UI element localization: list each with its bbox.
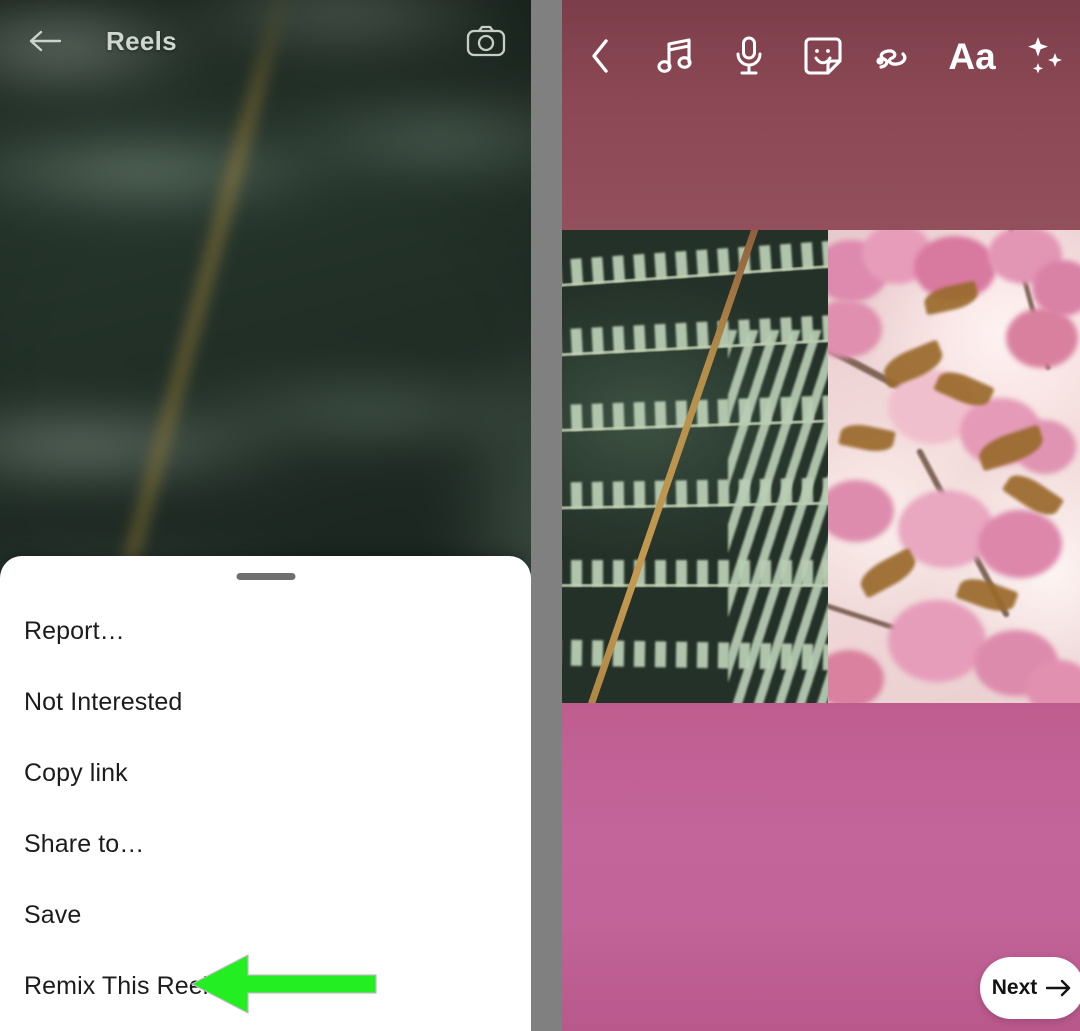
reels-header: Reels: [0, 0, 531, 82]
menu-item-label: Share to…: [24, 830, 145, 858]
menu-item-not-interested[interactable]: Not Interested: [0, 667, 531, 738]
next-button[interactable]: Next: [980, 957, 1080, 1019]
reels-viewer-panel: Reels Report… Not Interested Copy link S…: [0, 0, 531, 1031]
page-title: Reels: [106, 25, 177, 56]
music-note-icon[interactable]: [638, 36, 712, 76]
menu-item-label: Remix This Reel: [24, 972, 209, 1000]
menu-item-report[interactable]: Report…: [0, 596, 531, 667]
camera-icon[interactable]: [463, 18, 509, 64]
draw-icon[interactable]: [860, 37, 934, 75]
media-strip: [562, 230, 1080, 703]
next-button-label: Next: [991, 976, 1038, 999]
back-arrow-icon[interactable]: [22, 18, 68, 64]
menu-item-copy-link[interactable]: Copy link: [0, 738, 531, 809]
text-aa-icon[interactable]: Aa: [934, 38, 1010, 75]
menu-item-share-to[interactable]: Share to…: [0, 809, 531, 880]
blossom-cluster: [978, 510, 1062, 578]
arrow-right-icon: [1046, 979, 1071, 997]
sparkles-icon[interactable]: [1010, 35, 1080, 77]
drag-handle[interactable]: [236, 573, 295, 580]
cherry-blossom-clip-thumbnail[interactable]: [828, 230, 1080, 703]
blossom-cluster: [1006, 308, 1078, 368]
menu-item-save[interactable]: Save: [0, 880, 531, 951]
fern-clip-thumbnail[interactable]: [562, 230, 828, 703]
text-aa-label: Aa: [948, 35, 996, 77]
menu-item-label: Report…: [24, 617, 125, 645]
screenshot-root: Reels Report… Not Interested Copy link S…: [0, 0, 1080, 1031]
menu-item-label: Save: [24, 901, 82, 929]
microphone-icon[interactable]: [712, 35, 786, 77]
remix-editor-panel: Aa Next: [562, 0, 1080, 1031]
sticker-icon[interactable]: [786, 36, 860, 76]
options-bottom-sheet: Report… Not Interested Copy link Share t…: [0, 556, 531, 1031]
fern-secondary-frond: [728, 330, 828, 703]
options-menu: Report… Not Interested Copy link Share t…: [0, 596, 531, 1022]
blossom-cluster: [888, 600, 986, 682]
menu-item-remix-this-reel[interactable]: Remix This Reel: [0, 951, 531, 1022]
menu-item-label: Copy link: [24, 759, 128, 787]
panel-divider: [531, 0, 562, 1031]
editor-toolbar: Aa: [562, 27, 1080, 85]
back-chevron-icon[interactable]: [562, 38, 638, 74]
menu-item-label: Not Interested: [24, 688, 183, 716]
